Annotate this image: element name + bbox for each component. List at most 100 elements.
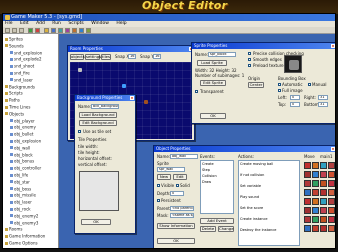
action-tile-icon[interactable] [312,207,319,214]
action-tile-icon[interactable] [312,171,319,178]
action-tile-icon[interactable] [312,216,319,223]
menu-file[interactable]: File [5,21,13,26]
object-ok-button[interactable]: OK [157,238,195,244]
tree-folder[interactable]: Scripts [5,90,23,96]
close-icon[interactable]: x [331,44,335,48]
action-tile-icon[interactable] [328,225,335,232]
sprite-new-button[interactable]: New [157,174,171,180]
action-item[interactable]: Create moving ball [240,162,298,167]
room-tab-objects[interactable]: objects [70,54,85,60]
add-event-button[interactable]: Add Event [200,218,234,224]
tree-resource-item[interactable]: obj_rock [10,206,31,212]
event-item[interactable]: Step [202,168,232,173]
new-file-icon[interactable] [5,28,10,33]
action-tile-icon[interactable] [320,180,327,187]
action-tile-icon[interactable] [320,225,327,232]
mask-field[interactable]: <same as sprite> [170,213,194,218]
tree-resource-item[interactable]: snd_fire [10,70,30,76]
action-tile-icon[interactable] [320,207,327,214]
depth-field[interactable]: 0 [170,191,184,196]
action-item[interactable]: Set the score [240,206,298,211]
smooth-checkbox[interactable] [248,58,251,61]
action-tile-icon[interactable] [304,162,311,169]
snap-x-field[interactable]: 16 [128,54,136,59]
tree-resource-item[interactable]: obj_life [10,172,28,178]
action-tile-icon[interactable] [328,198,335,205]
action-tile-icon[interactable] [304,198,311,205]
action-tile-icon[interactable] [304,216,311,223]
close-icon[interactable]: x [130,96,134,100]
tree-resource-item[interactable]: obj_laser [10,199,32,205]
add-sprite-icon[interactable] [44,28,49,33]
tree-folder[interactable]: Game Options [5,240,38,246]
action-tile-icon[interactable] [312,225,319,232]
action-tile-icon[interactable] [320,162,327,169]
debug-icon[interactable] [35,28,40,33]
action-item[interactable]: Set variable [240,184,298,189]
menu-window[interactable]: Window [91,21,109,26]
tree-folder[interactable]: Paths [5,97,20,103]
show-information-button[interactable]: Show Information [157,223,195,229]
action-tile-icon[interactable] [320,189,327,196]
bbox-manual-radio[interactable] [308,83,311,86]
event-item[interactable]: Collision [202,174,232,179]
tree-resource-item[interactable]: obj_block [10,152,33,157]
room-instance[interactable] [122,84,126,88]
action-tile-icon[interactable] [312,162,319,169]
sprite-edit-button[interactable]: Edit [173,174,187,180]
room-instance[interactable] [144,100,148,104]
sprite-ok-button[interactable]: OK [200,113,226,119]
action-tile-icon[interactable] [328,216,335,223]
left-field[interactable]: 0 [290,95,300,100]
persistent-checkbox[interactable] [157,199,160,202]
close-icon[interactable]: x [331,147,335,151]
menu-edit[interactable]: Edit [20,21,29,26]
add-path-icon[interactable] [65,28,70,33]
menu-help[interactable]: Help [116,21,126,26]
edit-sprite-button[interactable]: Edit Sprite [200,80,226,86]
add-background-icon[interactable] [58,28,63,33]
open-file-icon[interactable] [12,28,17,33]
add-sound-icon[interactable] [51,28,56,33]
tree-resource-item[interactable]: obj_enemy [10,124,36,130]
tree-resource-item[interactable]: obj_enemy3 [10,220,38,225]
tree-folder[interactable]: Sounds [5,43,24,48]
action-tile-icon[interactable] [328,180,335,187]
room-tab-tiles[interactable]: tiles [101,54,111,60]
visible-checkbox[interactable] [157,184,160,187]
tree-resource-item[interactable]: obj_boss [10,186,31,191]
right-field[interactable]: 31 [318,95,328,100]
object-sprite-field[interactable]: spr_wall [157,167,185,172]
add-script-icon[interactable] [72,28,77,33]
bbox-full-radio[interactable] [278,89,281,92]
action-tile-icon[interactable] [312,180,319,187]
parent-field[interactable]: <no parent> [170,206,194,211]
solid-checkbox[interactable] [176,184,179,187]
edit-background-button[interactable]: Edit Background [79,120,117,126]
bottom-field[interactable]: 31 [318,102,328,107]
precise-checkbox[interactable] [248,52,251,55]
preload-checkbox[interactable] [248,64,251,67]
action-item[interactable]: Destroy the instance [240,228,298,233]
bg-ok-button[interactable]: OK [81,219,111,225]
action-tile-icon[interactable] [320,216,327,223]
tree-folder[interactable]: Game Information [5,233,45,239]
tree-resource-item[interactable]: snd_laser [10,77,33,82]
tileset-checkbox[interactable] [78,130,81,133]
tree-resource-item[interactable]: snd_explode2 [10,56,42,62]
action-item[interactable]: Play sound [240,195,298,200]
tree-resource-item[interactable]: obj_controller [10,165,41,171]
action-tile-icon[interactable] [304,180,311,187]
tree-resource-item[interactable]: obj_bullet [10,131,33,137]
room-instance[interactable] [78,68,82,72]
action-tile-icon[interactable] [304,225,311,232]
save-icon[interactable] [19,28,24,33]
run-icon[interactable] [28,28,33,33]
load-sprite-button[interactable]: Load Sprite [197,60,227,66]
tab-move[interactable]: Move [304,154,315,159]
action-item[interactable]: If not collision [240,173,298,178]
snap-y-field[interactable]: 16 [153,54,161,59]
action-tile-icon[interactable] [328,171,335,178]
event-item[interactable]: Draw [202,180,232,185]
tree-resource-item[interactable]: snd_explosion [10,50,42,55]
